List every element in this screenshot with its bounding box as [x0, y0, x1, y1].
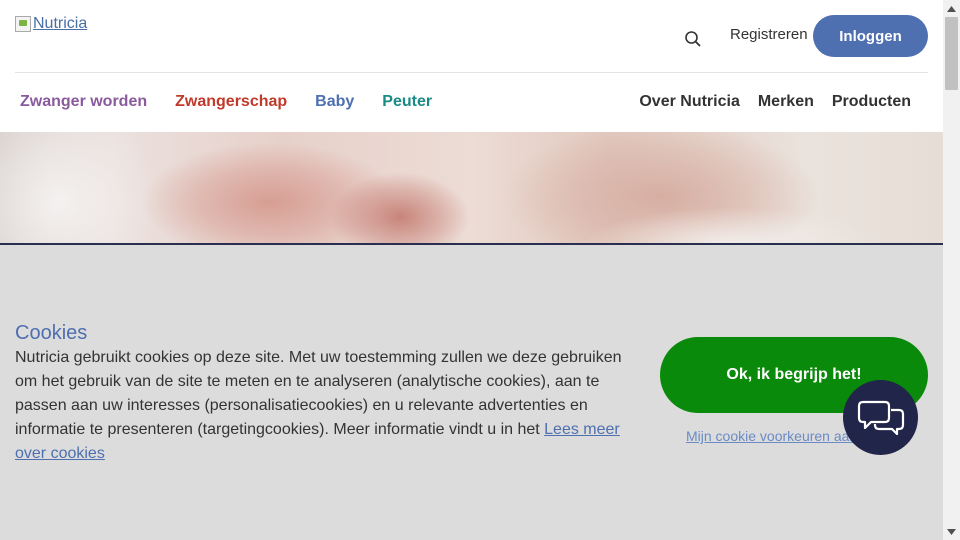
nav-item-merken[interactable]: Merken [758, 93, 814, 111]
hero-image [0, 132, 943, 245]
login-button[interactable]: Inloggen [813, 15, 928, 57]
page-scrollbar[interactable] [943, 0, 960, 540]
chat-bubbles-icon [857, 400, 904, 435]
nav-item-zwanger-worden[interactable]: Zwanger worden [20, 93, 147, 111]
main-nav: Zwanger worden Zwangerschap Baby Peuter [20, 93, 432, 111]
cookie-title: Cookies [15, 322, 88, 344]
header-divider [15, 72, 928, 73]
nav-item-zwangerschap[interactable]: Zwangerschap [175, 93, 287, 111]
secondary-nav: Over Nutricia Merken Producten [639, 93, 911, 111]
nav-item-producten[interactable]: Producten [832, 93, 911, 111]
nutricia-logo[interactable]: Nutricia [15, 15, 87, 33]
register-link[interactable]: Registreren [730, 26, 808, 43]
logo-alt-text[interactable]: Nutricia [33, 15, 87, 33]
nav-item-over-nutricia[interactable]: Over Nutricia [639, 93, 739, 111]
scrollbar-thumb[interactable] [945, 17, 958, 90]
cookie-description: Nutricia gebruikt cookies op deze site. … [15, 346, 627, 466]
chat-button[interactable] [843, 380, 918, 455]
cookie-description-text: Nutricia gebruikt cookies op deze site. … [15, 349, 622, 438]
broken-image-icon [15, 16, 31, 32]
site-header: Nutricia Registreren Inloggen Zwanger wo… [0, 0, 943, 132]
search-icon [685, 31, 701, 47]
scroll-down-arrow[interactable] [943, 523, 960, 540]
nav-item-peuter[interactable]: Peuter [382, 93, 432, 111]
scroll-up-arrow[interactable] [943, 0, 960, 17]
nav-item-baby[interactable]: Baby [315, 93, 354, 111]
search-button[interactable] [682, 28, 704, 50]
